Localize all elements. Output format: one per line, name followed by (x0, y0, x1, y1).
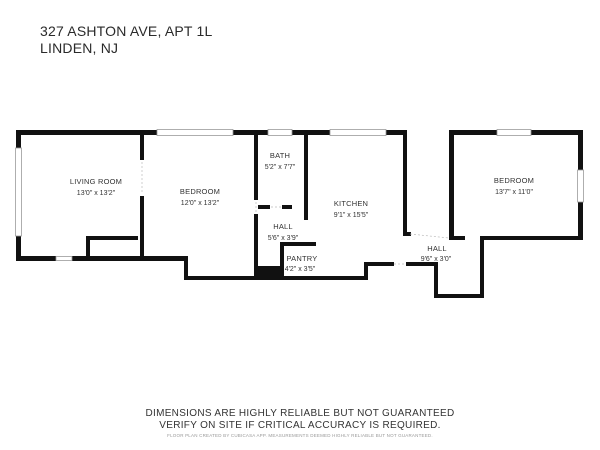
room-name-bedroom: BEDROOM (180, 187, 220, 196)
wall (140, 130, 144, 160)
room-dims-living-room: 13'0" x 13'2" (77, 190, 116, 197)
wall (449, 130, 454, 240)
room-name-hall-2: HALL (427, 244, 447, 253)
disclaimer-line-1: DIMENSIONS ARE HIGHLY RELIABLE BUT NOT G… (145, 408, 455, 419)
wall (258, 205, 270, 209)
window (156, 129, 234, 136)
room-name-bedroom-2: BEDROOM (494, 176, 534, 185)
window (55, 256, 73, 261)
wall (86, 236, 90, 261)
disclaimer-footnote: FLOOR PLAN CREATED BY CUBICASA APP. MEAS… (167, 433, 433, 438)
room-dims-bath: 5'2" x 7'7" (265, 164, 296, 171)
disclaimer-line-2: VERIFY ON SITE IF CRITICAL ACCURACY IS R… (159, 420, 441, 431)
wall (364, 262, 394, 266)
wall (86, 236, 138, 240)
wall (280, 276, 368, 280)
wall (282, 205, 292, 209)
wall (480, 236, 484, 298)
wall (403, 130, 407, 236)
door-arc (409, 233, 450, 239)
wall (480, 236, 583, 240)
wall (403, 232, 411, 236)
wall (434, 262, 438, 298)
room-name-living-room: LIVING ROOM (70, 177, 122, 186)
wall (434, 294, 484, 298)
wall (256, 266, 282, 280)
room-name-kitchen: KITCHEN (334, 199, 368, 208)
window (496, 129, 532, 136)
room-labels: LIVING ROOM 13'0" x 13'2" BEDROOM 12'0" … (70, 151, 534, 273)
wall (449, 236, 465, 240)
window (267, 129, 293, 136)
wall (184, 276, 256, 280)
door-marks (141, 162, 450, 265)
wall (304, 130, 308, 220)
wall (254, 130, 258, 200)
room-dims-hall-2: 9'6" x 3'0" (421, 256, 452, 263)
room-name-hall: HALL (273, 222, 293, 231)
wall (280, 242, 316, 246)
wall (280, 242, 284, 280)
window (577, 169, 584, 203)
room-dims-hall: 5'6" x 3'9" (268, 235, 299, 242)
window (15, 147, 22, 237)
floor-plan: LIVING ROOM 13'0" x 13'2" BEDROOM 12'0" … (15, 129, 584, 298)
room-name-bath: BATH (270, 151, 290, 160)
room-dims-pantry: 4'2" x 3'5" (285, 266, 316, 273)
room-name-pantry: PANTRY (287, 254, 318, 263)
window (329, 129, 387, 136)
room-dims-kitchen: 9'1" x 15'5" (334, 212, 369, 219)
wall (16, 256, 56, 261)
room-dims-bedroom: 12'0" x 13'2" (181, 200, 220, 207)
wall (140, 196, 144, 261)
room-dims-bedroom-2: 13'7" x 11'0" (495, 189, 533, 196)
